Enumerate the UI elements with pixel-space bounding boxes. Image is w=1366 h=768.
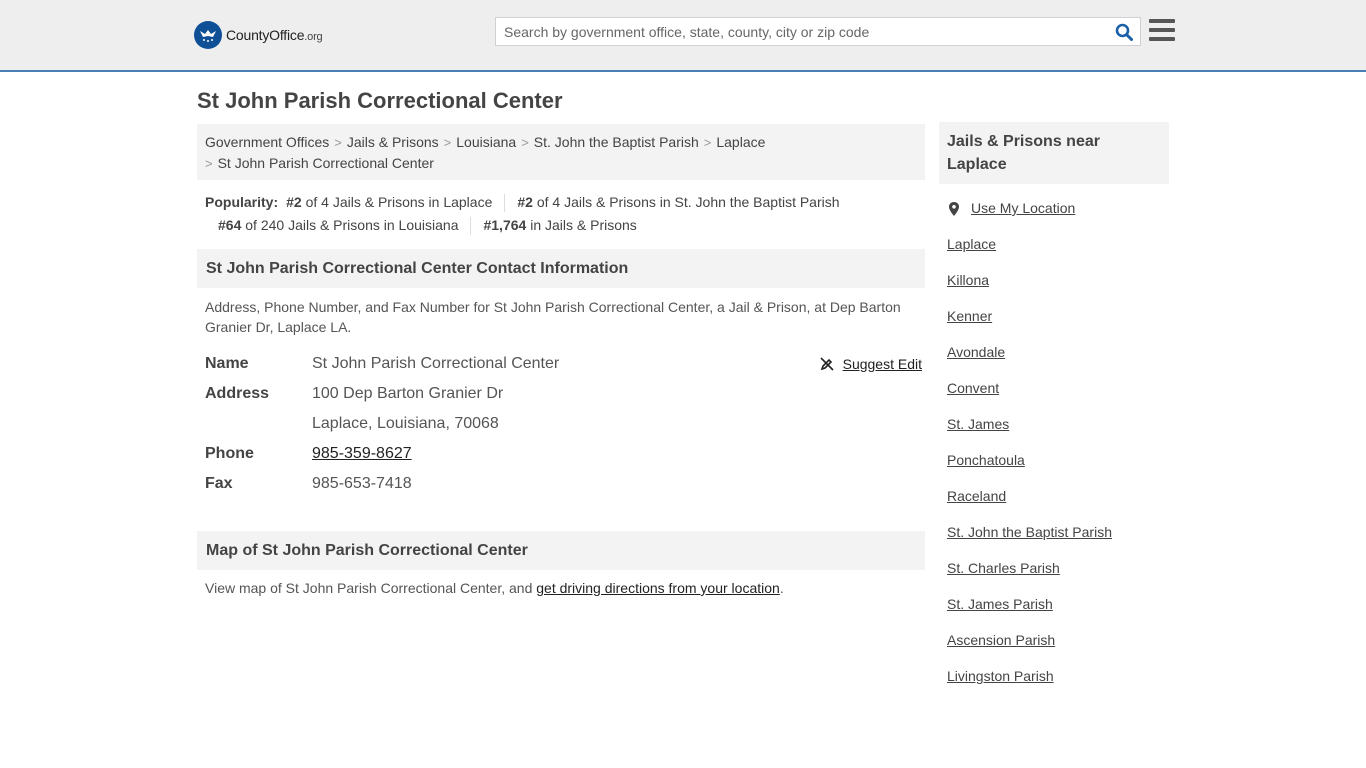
name-label: Name (205, 355, 249, 372)
sidebar-item-st-john-parish: St. John the Baptist Parish (947, 524, 1112, 540)
search-button[interactable] (1108, 18, 1140, 45)
sidebar-item-avondale: Avondale (947, 344, 1006, 360)
contact-section-heading: St John Parish Correctional Center Conta… (197, 249, 925, 288)
fax-value: 985-653-7418 (312, 475, 412, 492)
address-line2: Laplace, Louisiana, 70068 (312, 415, 499, 432)
phone-label: Phone (205, 445, 254, 462)
search-icon (1115, 23, 1133, 41)
site-header: CountyOffice.org (0, 0, 1366, 72)
hamburger-menu-icon[interactable] (1149, 19, 1175, 41)
phone-link[interactable]: 985-359-8627 (312, 445, 412, 462)
sidebar: Jails & Prisons near Laplace Use My Loca… (939, 122, 1169, 702)
chevron-right-icon: > (205, 156, 213, 171)
address-label: Address (205, 385, 270, 402)
sidebar-item-livingston-parish: Livingston Parish (947, 668, 1054, 684)
popularity-item: #2 of 4 Jails & Prisons in Laplace (286, 194, 493, 210)
popularity-rankings: Popularity: #2 of 4 Jails & Prisons in La… (197, 191, 925, 237)
name-row: Name St John Parish Correctional Center (205, 349, 925, 379)
sidebar-item-killona: Killona (947, 272, 990, 288)
map-pin-icon (949, 202, 959, 216)
phone-row: Phone 985-359-8627 (205, 439, 925, 469)
edit-slash-icon (820, 357, 834, 371)
sidebar-item-laplace: Laplace (947, 236, 997, 252)
sidebar-item-ponchatoula: Ponchatoula (947, 452, 1025, 468)
page-title: St John Parish Correctional Center (197, 88, 563, 113)
search-input[interactable] (496, 18, 1108, 45)
main-content: Government Offices > Jails & Prisons > Louis… (197, 124, 925, 598)
sidebar-item-st-james-parish: St. James Parish (947, 596, 1053, 612)
contact-description: Address, Phone Number, and Fax Number fo… (205, 299, 901, 335)
breadcrumb-laplace[interactable]: Laplace (716, 134, 765, 150)
breadcrumb-jails-prisons[interactable]: Jails & Prisons (347, 134, 439, 150)
logo-wordmark: CountyOffice.org (226, 27, 323, 43)
sidebar-item-st-james: St. James (947, 416, 1010, 432)
sidebar-item-convent: Convent (947, 380, 1000, 396)
name-value: St John Parish Correctional Center (312, 355, 560, 372)
sidebar-item-raceland: Raceland (947, 488, 1007, 504)
popularity-item: #1,764 in Jails & Prisons (483, 217, 637, 233)
driving-directions-link[interactable]: get driving directions from your locatio… (536, 580, 780, 596)
breadcrumb-government-offices[interactable]: Government Offices (205, 134, 329, 150)
use-my-location-link[interactable]: Use My Location (971, 198, 1075, 218)
nearby-list: Use My Location Laplace Killona Kenner A… (939, 198, 1169, 702)
site-logo[interactable]: CountyOffice.org (194, 20, 323, 50)
popularity-item: #64 of 240 Jails & Prisons in Louisiana (218, 217, 459, 233)
use-location-item: Use My Location (947, 198, 1169, 234)
divider (470, 217, 472, 236)
address-row-2: Laplace, Louisiana, 70068 (205, 409, 925, 439)
contact-info: Suggest Edit Name St John Parish Correct… (197, 349, 925, 499)
suggest-edit-link[interactable]: Suggest Edit (819, 349, 922, 379)
breadcrumb: Government Offices > Jails & Prisons > Louis… (197, 124, 925, 180)
sidebar-item-st-charles-parish: St. Charles Parish (947, 560, 1060, 576)
map-section-heading: Map of St John Parish Correctional Cente… (197, 531, 925, 570)
address-row: Address 100 Dep Barton Granier Dr (205, 379, 925, 409)
sidebar-item-ascension-parish: Ascension Parish (947, 632, 1056, 648)
search-bar (495, 17, 1141, 46)
divider (504, 194, 506, 213)
chevron-right-icon: > (334, 135, 342, 150)
breadcrumb-current: St John Parish Correctional Center (217, 155, 434, 171)
chevron-right-icon: > (521, 135, 529, 150)
breadcrumb-louisiana[interactable]: Louisiana (456, 134, 516, 150)
sidebar-heading: Jails & Prisons near Laplace (939, 122, 1169, 184)
fax-row: Fax 985-653-7418 (205, 469, 925, 499)
breadcrumb-st-john-parish[interactable]: St. John the Baptist Parish (534, 134, 699, 150)
eagle-logo-icon (194, 21, 222, 49)
chevron-right-icon: > (443, 135, 452, 150)
chevron-right-icon: > (703, 135, 712, 150)
map-description: View map of St John Parish Correctional … (205, 580, 784, 596)
popularity-label: Popularity: (205, 194, 279, 210)
address-line1: 100 Dep Barton Granier Dr (312, 385, 504, 402)
fax-label: Fax (205, 475, 233, 492)
sidebar-item-kenner: Kenner (947, 308, 993, 324)
popularity-item: #2 of 4 Jails & Prisons in St. John the … (517, 194, 840, 210)
